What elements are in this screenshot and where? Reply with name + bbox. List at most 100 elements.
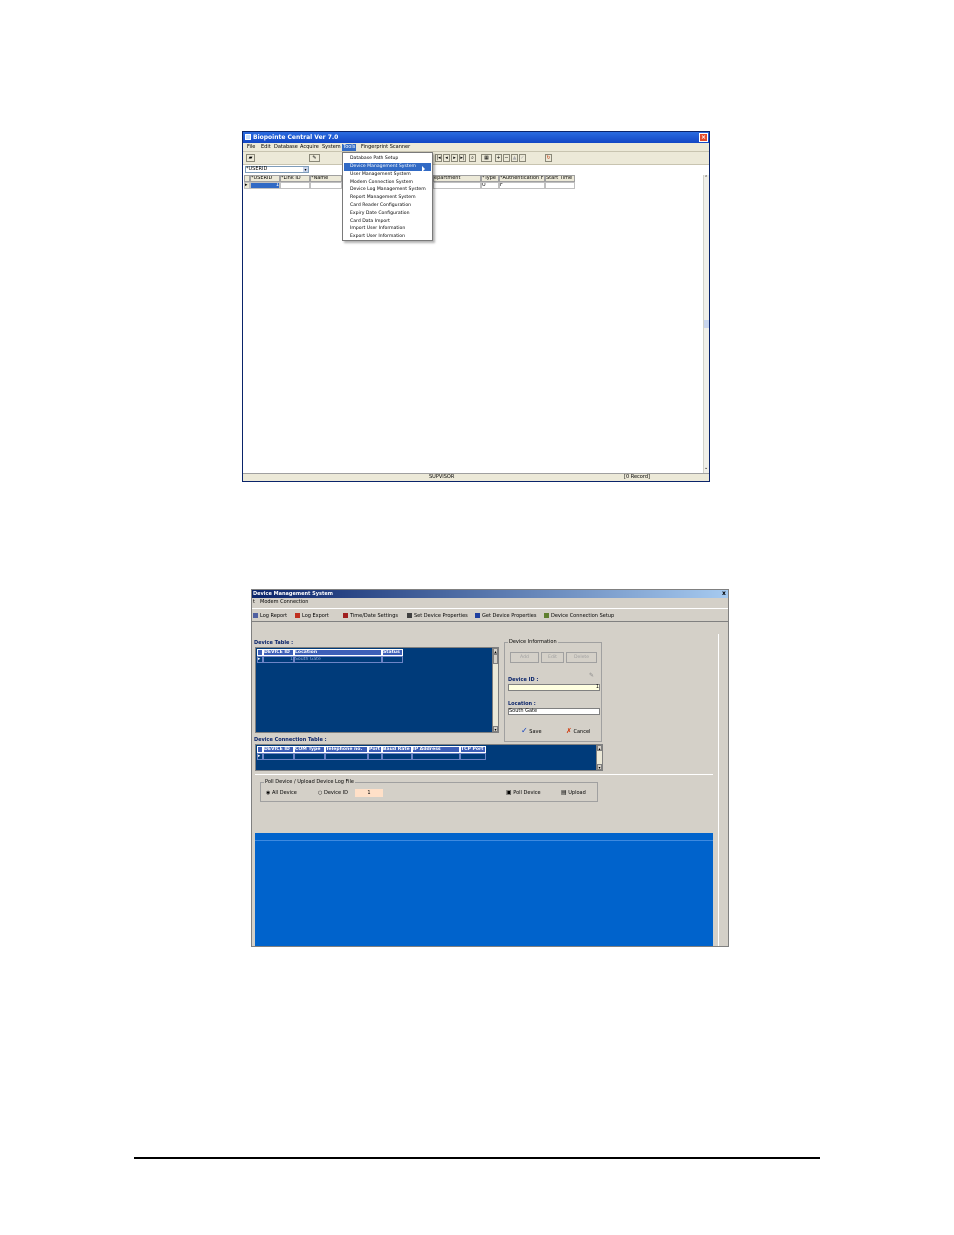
scroll-up-icon[interactable]: ▴: [597, 745, 602, 751]
connection-table-cell[interactable]: [368, 753, 382, 760]
log-export-button[interactable]: Log Export: [295, 612, 329, 620]
cell-authentication-flag[interactable]: F: [499, 182, 545, 189]
connection-table-cell[interactable]: [412, 753, 460, 760]
upload-button[interactable]: ▤ Upload: [561, 789, 586, 796]
connection-table-cell[interactable]: [382, 753, 412, 760]
next-record-icon[interactable]: ▸: [451, 154, 458, 162]
device-id-field[interactable]: 1: [508, 684, 600, 691]
add-button[interactable]: Add: [510, 652, 539, 663]
menu-item-card-reader-configuration[interactable]: Card Reader Configuration: [344, 202, 431, 210]
log-report-button[interactable]: Log Report: [253, 612, 287, 620]
grid-header-start-time[interactable]: Start Time: [545, 175, 575, 182]
post-record-icon[interactable]: ✓: [519, 154, 526, 162]
edit-button[interactable]: Edit: [541, 652, 564, 663]
menu-item-database-path-setup[interactable]: Database Path Setup: [344, 155, 431, 163]
menu-modem-connection[interactable]: Modem Connection: [260, 598, 308, 607]
search-icon[interactable]: ⌕: [469, 154, 476, 162]
delete-button[interactable]: Delete: [566, 652, 597, 663]
device-id-radio[interactable]: ○ Device ID: [318, 790, 348, 796]
dialog-titlebar[interactable]: Device Management System x: [252, 590, 728, 598]
grid-header-linkid[interactable]: *Link ID: [280, 175, 310, 182]
scroll-thumb[interactable]: [704, 320, 709, 328]
get-device-properties-button[interactable]: Get Device Properties: [475, 612, 536, 620]
grid-scrollbar[interactable]: ⌃ ⌄: [703, 175, 709, 473]
connection-table-cell[interactable]: [294, 753, 325, 760]
set-device-properties-button[interactable]: Set Device Properties: [407, 612, 468, 620]
menu-database[interactable]: Database: [273, 144, 299, 151]
menu-edit[interactable]: Edit: [260, 144, 272, 151]
grid-header-name[interactable]: *Name: [310, 175, 342, 182]
connection-table-cell[interactable]: [325, 753, 368, 760]
menu-item-report-management-system[interactable]: Report Management System: [344, 194, 431, 202]
edit-record-icon[interactable]: ▲: [511, 154, 518, 162]
cell-department[interactable]: [433, 182, 481, 189]
menu-tools[interactable]: Tools: [342, 144, 357, 151]
scroll-thumb[interactable]: [493, 654, 498, 664]
device-table-scrollbar[interactable]: ▴ ▾: [492, 648, 498, 732]
cell-start-time[interactable]: [545, 182, 575, 189]
menu-item-export-user-information[interactable]: Export User Information: [344, 233, 431, 241]
scroll-down-icon[interactable]: ⌄: [704, 465, 708, 471]
cell-name[interactable]: [310, 182, 342, 189]
delete-record-icon[interactable]: −: [503, 154, 510, 162]
menu-item-user-management-system[interactable]: User Management System: [344, 171, 431, 179]
poll-device-id-field[interactable]: 1: [355, 789, 383, 797]
cell-type[interactable]: U: [481, 182, 499, 189]
key-icon[interactable]: ✎: [309, 154, 320, 162]
last-record-icon[interactable]: ▸|: [459, 154, 466, 162]
dialog-close-button[interactable]: x: [722, 590, 726, 598]
close-button[interactable]: ×: [699, 133, 708, 142]
refresh-icon[interactable]: ↻: [545, 154, 552, 162]
device-table-header-device-id[interactable]: DEVICE ID: [263, 649, 294, 656]
device-connection-setup-button[interactable]: Device Connection Setup: [544, 612, 614, 620]
scroll-up-icon[interactable]: ⌃: [704, 175, 708, 181]
cancel-button[interactable]: ✗ Cancel: [566, 727, 590, 735]
menu-system[interactable]: System: [321, 144, 342, 151]
location-field[interactable]: South Gate: [508, 708, 600, 715]
chevron-down-icon[interactable]: ▾: [303, 167, 308, 172]
menu-acquire[interactable]: Acquire: [299, 144, 320, 151]
connection-table-header-device-id[interactable]: DEVICE ID: [263, 746, 294, 753]
cell-linkid[interactable]: [280, 182, 310, 189]
scroll-down-icon[interactable]: ▾: [597, 764, 602, 770]
poll-device-button[interactable]: ▣ Poll Device: [506, 789, 541, 796]
device-table-cell-location[interactable]: South Gate: [294, 656, 382, 663]
first-record-icon[interactable]: |◂: [435, 154, 442, 162]
calculator-icon[interactable]: ▦: [481, 154, 492, 162]
time-date-settings-button[interactable]: Time/Date Settings: [343, 612, 398, 620]
connection-table-cell[interactable]: [460, 753, 486, 760]
grid-header-userid[interactable]: *USERID: [250, 175, 280, 182]
open-folder-icon[interactable]: ▰: [246, 154, 255, 162]
filter-field-select[interactable]: *USERID ▾: [245, 166, 309, 173]
all-device-radio[interactable]: ◉ All Device: [266, 790, 297, 796]
save-button[interactable]: ✓ Save: [521, 726, 542, 735]
connection-table-header-baud-rate[interactable]: Baud Rate: [382, 746, 412, 753]
device-table-cell-id[interactable]: 1: [263, 656, 294, 663]
add-record-icon[interactable]: +: [495, 154, 502, 162]
dialog-toolbar: Log Report Log Export Time/Date Settings…: [252, 608, 728, 622]
menu-item-device-management-system[interactable]: Device Management System: [344, 163, 431, 171]
device-table-cell-status[interactable]: [382, 656, 403, 663]
connection-table-cell[interactable]: [263, 753, 294, 760]
grid-header-authentication-flag[interactable]: *Authentication Flag: [499, 175, 545, 182]
connection-table-header-telephone[interactable]: Telephone no.: [325, 746, 368, 753]
window-titlebar[interactable]: Biopointe Central Ver 7.0 ×: [243, 132, 709, 143]
device-table-header-location[interactable]: Location: [294, 649, 382, 656]
connection-table-scrollbar[interactable]: ▴ ▾: [596, 745, 602, 770]
cell-userid[interactable]: 1: [250, 182, 280, 189]
grid-header-type[interactable]: *Type: [481, 175, 499, 182]
cancel-label: Cancel: [573, 729, 591, 735]
menu-item-expiry-date-configuration[interactable]: Expiry Date Configuration: [344, 210, 431, 218]
scroll-down-icon[interactable]: ▾: [493, 726, 498, 732]
connection-table-header-ip-address[interactable]: IP Address: [412, 746, 460, 753]
prev-record-icon[interactable]: ◂: [443, 154, 450, 162]
menu-item-device-log-management-system[interactable]: Device Log Management System: [344, 186, 431, 194]
connection-table-header-tcp-port[interactable]: TCP Port: [460, 746, 486, 753]
connection-table-header-port[interactable]: Port: [368, 746, 382, 753]
menu-fingerprint-scanner[interactable]: Fingerprint Scanner: [360, 144, 411, 151]
device-table-header-status[interactable]: Status: [382, 649, 403, 656]
menu-file[interactable]: File: [246, 144, 256, 151]
connection-table-header-com-type[interactable]: COM Type: [294, 746, 325, 753]
grid-header-department[interactable]: epartment: [433, 175, 481, 182]
menu-item-import-user-information[interactable]: Import User Information: [344, 225, 431, 233]
